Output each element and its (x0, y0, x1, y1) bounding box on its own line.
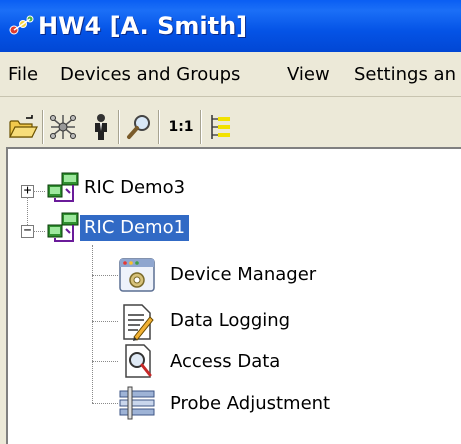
menu-file[interactable]: File (8, 64, 38, 86)
device-network-icon (47, 212, 79, 242)
tree-node-device-manager[interactable]: Device Manager (170, 263, 316, 287)
zoom-1to1-icon: 1:1 (168, 119, 194, 135)
data-logging-icon (123, 304, 154, 341)
probe-adjustment-icon (119, 386, 155, 420)
window-title: HW4 [A. Smith] (38, 12, 248, 40)
open-folder-button[interactable] (8, 112, 38, 142)
network-button[interactable] (48, 112, 78, 142)
tree-node-ric-demo3[interactable]: RIC Demo3 (84, 176, 185, 200)
hw4-app-icon (9, 15, 34, 35)
zoom-1to1-button[interactable]: 1:1 (166, 112, 196, 142)
search-button[interactable] (124, 112, 154, 142)
tree-node-probe-adjustment[interactable]: Probe Adjustment (170, 392, 330, 416)
tree-node-data-logging[interactable]: Data Logging (170, 309, 290, 333)
minus-icon: − (23, 223, 32, 238)
search-icon (127, 115, 150, 139)
menu-settings[interactable]: Settings an (354, 64, 456, 86)
menu-bar: File Devices and Groups View Settings an (0, 52, 461, 97)
menu-view[interactable]: View (287, 64, 330, 86)
open-folder-icon (9, 115, 38, 138)
person-icon (95, 114, 107, 140)
list-button[interactable] (206, 112, 236, 142)
device-tree[interactable]: + RIC Demo3 − RIC Demo1 Device Manager D… (6, 147, 461, 444)
network-icon (50, 115, 76, 139)
person-button[interactable] (86, 112, 116, 142)
list-icon (211, 115, 230, 139)
title-bar[interactable]: HW4 [A. Smith] (0, 0, 461, 52)
tree-node-ric-demo1[interactable]: RIC Demo1 (80, 215, 190, 241)
device-manager-icon (119, 258, 155, 292)
tree-node-access-data[interactable]: Access Data (170, 350, 280, 374)
access-data-icon (125, 344, 152, 378)
menu-devices-and-groups[interactable]: Devices and Groups (60, 64, 240, 86)
device-network-icon (47, 172, 79, 202)
